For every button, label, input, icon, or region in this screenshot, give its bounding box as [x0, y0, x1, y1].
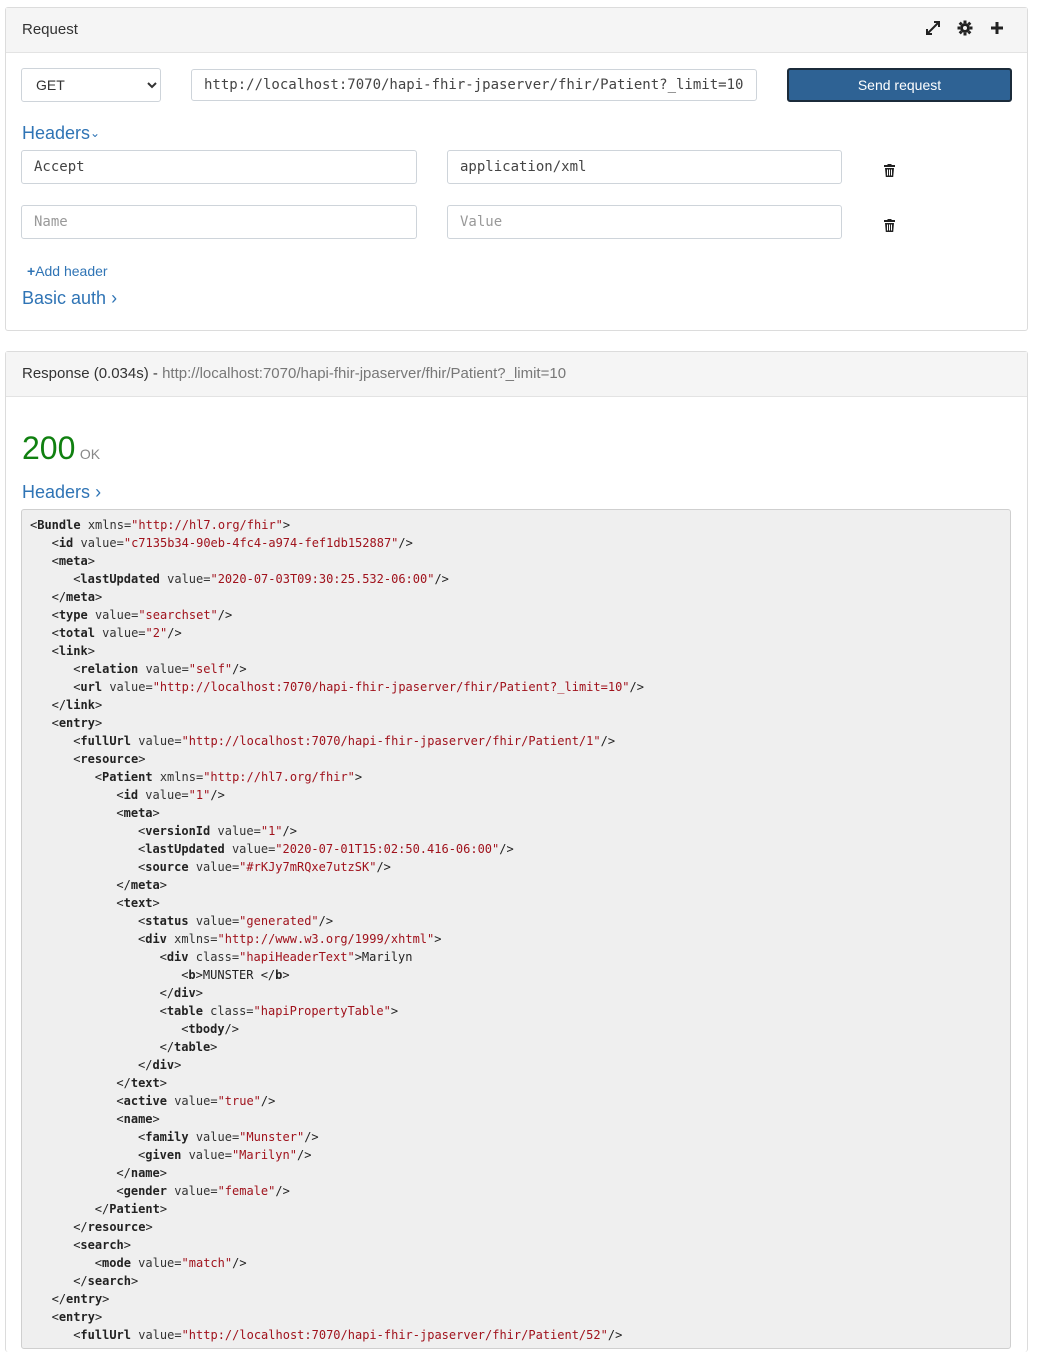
xml-line: <relation value="self"/> [73, 662, 247, 676]
send-request-button[interactable]: Send request [787, 68, 1012, 102]
xml-line: <mode value="match"/> [94, 1256, 247, 1270]
response-panel-header: Response (0.034s) - http://localhost:707… [6, 352, 1027, 397]
xml-line: </div> [159, 986, 203, 1000]
add-header-label: Add header [35, 263, 108, 279]
response-body: <Bundle xmlns="http://hl7.org/fhir"> <id … [21, 509, 1011, 1349]
header-value-field[interactable] [447, 150, 842, 184]
request-panel-header: Request [6, 8, 1027, 53]
xml-line: <div xmlns="http://www.w3.org/1999/xhtml… [138, 932, 442, 946]
new-header-name-field[interactable] [21, 205, 417, 239]
xml-line: </entry> [51, 1292, 110, 1306]
xml-line: <tbody/> [181, 1022, 239, 1036]
response-headers-label: Headers [22, 482, 91, 502]
xml-line: <family value="Munster"/> [138, 1130, 319, 1144]
xml-line: </div> [138, 1058, 182, 1072]
xml-line: </meta> [116, 878, 167, 892]
xml-line: <source value="#rKJy7mRQxe7utzSK"/> [138, 860, 391, 874]
response-headers-toggle[interactable]: Headers › [22, 482, 101, 503]
url-input[interactable] [191, 69, 757, 101]
xml-line: <fullUrl value="http://localhost:7070/ha… [73, 734, 616, 748]
plus-icon[interactable] [989, 20, 1005, 38]
headers-label: Headers [22, 123, 91, 143]
xml-line: <versionId value="1"/> [138, 824, 297, 838]
xml-line: <search> [73, 1238, 132, 1252]
xml-line: <table class="hapiPropertyTable"> [159, 1004, 399, 1018]
response-url: http://localhost:7070/hapi-fhir-jpaserve… [162, 365, 567, 382]
xml-line: <active value="true"/> [116, 1094, 276, 1108]
xml-line: <lastUpdated value="2020-07-03T09:30:25.… [73, 572, 449, 586]
xml-line: <fullUrl value="http://localhost:7070/ha… [73, 1328, 623, 1342]
trash-icon[interactable] [884, 219, 895, 232]
headers-toggle[interactable]: Headers⌄ [22, 123, 100, 144]
xml-line: </name> [116, 1166, 167, 1180]
basic-auth-toggle[interactable]: Basic auth › [22, 288, 117, 309]
xml-line: <entry> [51, 716, 103, 730]
request-panel-title: Request [22, 21, 78, 38]
chevron-down-icon: ⌄ [90, 126, 101, 140]
xml-line: <Bundle xmlns="http://hl7.org/fhir"> [30, 518, 291, 532]
xml-line: <b>MUNSTER </b> [181, 968, 290, 982]
request-panel: Request GET Send request Headers⌄ +Add h… [5, 7, 1028, 331]
response-title: Response (0.034s) - [22, 365, 163, 382]
method-select[interactable]: GET [21, 68, 161, 102]
xml-line: <type value="searchset"/> [51, 608, 233, 622]
status-line: 200 OK [22, 430, 100, 467]
xml-line: </Patient> [94, 1202, 168, 1216]
plus-icon: + [27, 263, 36, 279]
response-panel-title: Response (0.034s) - http://localhost:707… [22, 365, 566, 382]
request-toolbar [925, 20, 1005, 38]
basic-auth-label: Basic auth [22, 288, 107, 308]
status-code: 200 [22, 430, 76, 466]
xml-line: <entry> [51, 1310, 103, 1324]
xml-line: </text> [116, 1076, 167, 1090]
xml-line: </link> [51, 698, 103, 712]
xml-line: <text> [116, 896, 160, 910]
gear-icon[interactable] [957, 20, 973, 38]
xml-line: </resource> [73, 1220, 153, 1234]
new-header-value-field[interactable] [447, 205, 842, 239]
xml-line: <total value="2"/> [51, 626, 182, 640]
response-panel: Response (0.034s) - http://localhost:707… [5, 351, 1028, 1352]
xml-line: <div class="hapiHeaderText">Marilyn [159, 950, 413, 964]
chevron-right-icon: › [111, 288, 118, 308]
expand-icon[interactable] [925, 20, 941, 38]
xml-line: <id value="c7135b34-90eb-4fc4-a974-fef1d… [51, 536, 413, 550]
xml-line: </table> [159, 1040, 218, 1054]
xml-line: <url value="http://localhost:7070/hapi-f… [73, 680, 644, 694]
add-header-button[interactable]: +Add header [27, 263, 108, 279]
xml-line: <lastUpdated value="2020-07-01T15:02:50.… [138, 842, 514, 856]
chevron-right-icon: › [95, 482, 102, 502]
xml-line: </search> [73, 1274, 139, 1288]
xml-line: <link> [51, 644, 95, 658]
xml-line: </meta> [51, 590, 103, 604]
trash-icon[interactable] [884, 164, 895, 177]
xml-line: <status value="generated"/> [138, 914, 334, 928]
xml-line: <Patient xmlns="http://hl7.org/fhir"> [94, 770, 363, 784]
xml-line: <meta> [51, 554, 95, 568]
header-name-field[interactable] [21, 150, 417, 184]
xml-line: <meta> [116, 806, 160, 820]
xml-line: <resource> [73, 752, 146, 766]
xml-line: <given value="Marilyn"/> [138, 1148, 312, 1162]
status-text: OK [79, 446, 101, 462]
xml-line: <id value="1"/> [116, 788, 225, 802]
xml-line: <name> [116, 1112, 160, 1126]
xml-line: <gender value="female"/> [116, 1184, 290, 1198]
